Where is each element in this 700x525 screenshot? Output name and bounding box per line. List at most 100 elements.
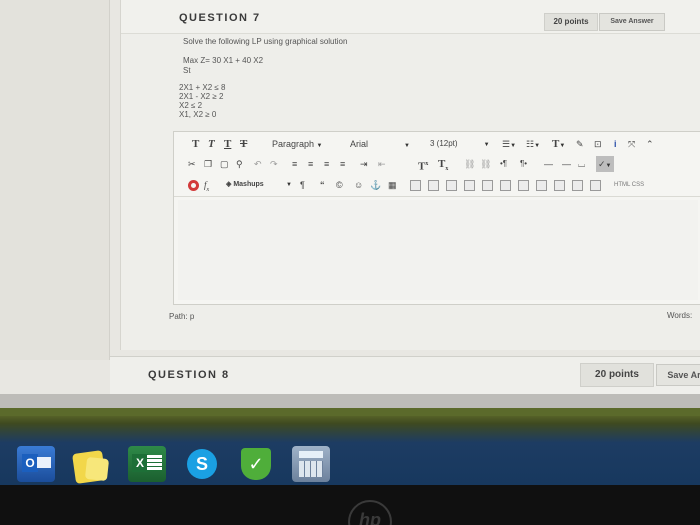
question-8-panel: QUESTION 8 20 points Save Ar <box>110 356 700 394</box>
question-7-panel: QUESTION 7 20 points Save Answer Solve t… <box>120 0 700 350</box>
browser-page: QUESTION 7 20 points Save Answer Solve t… <box>0 0 700 405</box>
question-8-title: QUESTION 8 <box>148 369 230 381</box>
italic-icon[interactable]: T <box>208 136 215 152</box>
unlink-icon[interactable]: ⛓ <box>480 156 491 172</box>
insert-media-icon[interactable] <box>572 180 583 191</box>
left-gutter <box>0 0 110 360</box>
skype-icon[interactable]: S <box>183 446 221 482</box>
constraint-4: X1, X2 ≥ 0 <box>179 110 217 119</box>
html-css-button[interactable]: HTML CSS <box>614 177 644 193</box>
info-icon[interactable]: i <box>614 136 617 152</box>
constraint-1: 2X1 + X2 ≤ 8 <box>179 83 226 92</box>
table-delete-row-icon[interactable] <box>428 180 439 191</box>
chevron-down-icon[interactable]: ▼ <box>286 177 292 193</box>
paragraph-format-select[interactable]: Paragraph ▼ <box>272 136 323 152</box>
ltr-paragraph-icon[interactable]: •¶ <box>500 156 507 172</box>
horizontal-line-icon[interactable]: — <box>544 156 553 172</box>
sticky-note-front-icon <box>84 456 110 482</box>
calculator-keys <box>299 461 323 477</box>
save-answer-button[interactable]: Save Ar <box>656 364 700 386</box>
font-family-select[interactable]: Arial ▼ <box>350 136 410 152</box>
table-icon[interactable]: ▦ <box>388 177 397 193</box>
numbered-list-icon[interactable]: ☷▼ <box>526 136 540 152</box>
paragraph-mark-icon[interactable]: ¶ <box>300 177 305 193</box>
security-essentials-icon[interactable]: ✓ <box>237 446 275 482</box>
table-delete-icon[interactable] <box>554 180 565 191</box>
table-delete-col-icon[interactable] <box>464 180 475 191</box>
table-row-props-icon[interactable] <box>536 180 547 191</box>
editor-toolbar-row-3: fx ◈ Mashups ▼ ¶ “ © ☺ ⚓ ▦ HTML CSS <box>174 177 700 195</box>
indent-icon[interactable]: ⇥ <box>360 156 368 172</box>
collapse-toolbar-icon[interactable]: ⌃ <box>646 136 654 152</box>
find-icon[interactable]: ⚲ <box>236 156 243 172</box>
spreadsheet-grid-icon <box>147 455 162 471</box>
editor-toolbar-row-2: ✂ ❐ ▢ ⚲ ↶ ↷ ≡ ≡ ≡ ≡ ⇥ ⇤ Tx Tx ⛓ ⛓ •¶ ¶• … <box>174 156 700 174</box>
mashups-label: Mashups <box>233 181 264 188</box>
record-icon[interactable] <box>188 180 199 191</box>
calculator-icon[interactable] <box>292 446 330 482</box>
anchor-icon[interactable]: ⚓ <box>370 177 381 193</box>
cut-icon[interactable]: ✂ <box>188 156 196 172</box>
bold-icon[interactable]: T <box>192 136 199 152</box>
align-justify-icon[interactable]: ≡ <box>340 156 345 172</box>
question-instruction: Solve the following LP using graphical s… <box>183 37 348 46</box>
chevron-down-icon: ▼ <box>483 142 490 148</box>
calculator-screen <box>299 451 323 458</box>
excel-icon[interactable]: X <box>128 446 166 482</box>
align-left-icon[interactable]: ≡ <box>292 156 297 172</box>
subscript-icon[interactable]: Tx <box>438 156 448 172</box>
bullet-list-icon[interactable]: ☰▼ <box>502 136 516 152</box>
table-insert-col-icon[interactable] <box>446 180 457 191</box>
special-char-icon[interactable]: ⌴ <box>578 156 585 172</box>
text-editor: T T T T Paragraph ▼ Arial ▼ 3 (12pt) ▼ ☰▼ … <box>173 131 700 305</box>
constraint-2: 2X1 - X2 ≥ 2 <box>179 92 224 101</box>
checkmark-icon: ✓ <box>241 448 271 480</box>
emoticon-icon[interactable]: ☺ <box>354 177 363 193</box>
table-split-icon[interactable] <box>500 180 511 191</box>
outlook-icon[interactable]: O <box>17 446 55 482</box>
superscript-icon[interactable]: Tx <box>418 156 428 173</box>
fullscreen-icon[interactable]: ⤧ <box>628 136 635 152</box>
answer-text-area[interactable] <box>178 200 698 300</box>
skype-letter-mark: S <box>187 449 217 479</box>
text-color-icon[interactable]: T▼ <box>552 136 565 152</box>
align-center-icon[interactable]: ≡ <box>308 156 313 172</box>
copyright-icon[interactable]: © <box>336 177 343 193</box>
taskbar-top-strip <box>0 408 700 416</box>
font-size-select[interactable]: 3 (12pt) ▼ <box>430 136 490 152</box>
toolbar-divider <box>174 196 700 197</box>
outdent-icon[interactable]: ⇤ <box>378 156 386 172</box>
nonbreaking-space-icon[interactable]: — <box>562 156 571 172</box>
paragraph-format-value: Paragraph <box>272 139 315 149</box>
copy-icon[interactable]: ❐ <box>204 156 212 172</box>
taskbar: O X S ✓ <box>0 408 700 485</box>
question-7-points: 20 points <box>544 13 598 31</box>
window-bottom-band <box>0 394 700 408</box>
paste-icon[interactable]: ▢ <box>220 156 229 172</box>
redo-icon[interactable]: ↷ <box>270 156 278 172</box>
table-cell-props-icon[interactable] <box>518 180 529 191</box>
undo-icon[interactable]: ↶ <box>254 156 262 172</box>
table-insert-row-icon[interactable] <box>410 180 421 191</box>
spellcheck-dropdown-icon[interactable]: ✓▼ <box>596 156 614 172</box>
mashups-menu[interactable]: ◈ Mashups <box>226 177 264 193</box>
spellcheck-icon[interactable]: ⊡ <box>594 136 602 152</box>
link-icon[interactable]: ⛓ <box>464 156 475 172</box>
editor-path: Path: p <box>169 312 195 321</box>
save-answer-button[interactable]: Save Answer <box>599 13 665 31</box>
insert-frame-icon[interactable] <box>590 180 601 191</box>
highlight-pen-icon[interactable]: ✎ <box>576 136 584 152</box>
word-count: Words: <box>667 311 693 320</box>
chevron-down-icon: ▼ <box>404 143 410 149</box>
chevron-down-icon: ▼ <box>316 143 323 149</box>
strikethrough-icon[interactable]: T <box>240 136 247 152</box>
table-merge-icon[interactable] <box>482 180 493 191</box>
objective-function: Max Z= 30 X1 + 40 X2 <box>183 56 264 65</box>
blockquote-icon[interactable]: “ <box>320 177 325 193</box>
rtl-paragraph-icon[interactable]: ¶• <box>520 156 527 172</box>
formula-icon[interactable]: fx <box>204 177 209 193</box>
envelope-icon <box>37 457 51 468</box>
underline-icon[interactable]: T <box>224 136 231 152</box>
align-right-icon[interactable]: ≡ <box>324 156 329 172</box>
question-8-points: 20 points <box>580 363 654 387</box>
